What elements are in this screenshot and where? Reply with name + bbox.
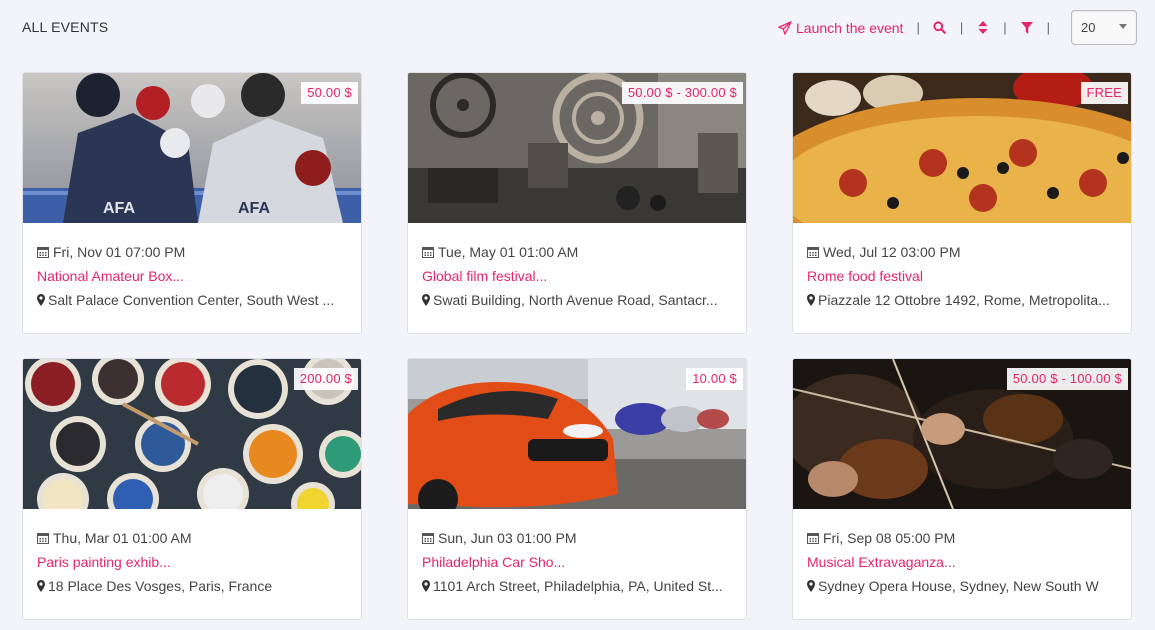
page-title: ALL EVENTS — [22, 19, 109, 35]
event-date: Sun, Jun 03 01:00 PM — [422, 526, 732, 550]
event-venue-text: 18 Place Des Vosges, Paris, France — [48, 578, 273, 594]
calendar-icon — [37, 247, 49, 258]
map-marker-icon — [37, 580, 45, 592]
calendar-icon — [422, 247, 434, 258]
event-card[interactable]: 50.00 $ - 100.00 $ Fri, Sep 08 05:00 PM … — [792, 358, 1132, 620]
event-venue: Sydney Opera House, Sydney, New South W — [807, 574, 1117, 598]
event-image: AFA AFA 50.00 $ — [23, 73, 361, 223]
calendar-icon — [807, 533, 819, 544]
event-venue: 18 Place Des Vosges, Paris, France — [37, 574, 347, 598]
price-badge: 200.00 $ — [293, 368, 358, 390]
event-card[interactable]: AFA AFA 50.00 $ Fri, Nov 01 07:00 PM Nat… — [22, 72, 362, 334]
event-card[interactable]: 10.00 $ Sun, Jun 03 01:00 PM Philadelphi… — [407, 358, 747, 620]
launch-event-link[interactable]: Launch the event — [778, 20, 903, 36]
sort-icon[interactable] — [976, 21, 990, 35]
calendar-icon — [807, 247, 819, 258]
search-icon[interactable] — [933, 21, 947, 35]
event-date: Wed, Jul 12 03:00 PM — [807, 240, 1117, 264]
event-date-text: Fri, Sep 08 05:00 PM — [823, 530, 956, 546]
map-marker-icon — [807, 294, 815, 306]
event-venue-text: Piazzale 12 Ottobre 1492, Rome, Metropol… — [818, 292, 1110, 308]
event-image: 200.00 $ — [23, 359, 361, 509]
event-venue-text: Salt Palace Convention Center, South Wes… — [48, 292, 335, 308]
map-marker-icon — [807, 580, 815, 592]
event-title-link[interactable]: Philadelphia Car Sho... — [422, 554, 565, 570]
map-marker-icon — [37, 294, 45, 306]
price-badge: 50.00 $ — [301, 82, 358, 104]
event-card[interactable]: 200.00 $ Thu, Mar 01 01:00 AM Paris pain… — [22, 358, 362, 620]
event-title-link[interactable]: Paris painting exhib... — [37, 554, 171, 570]
event-image: 50.00 $ - 300.00 $ — [408, 73, 746, 223]
event-image: 50.00 $ - 100.00 $ — [793, 359, 1131, 509]
divider: | — [916, 20, 920, 35]
toolbar: Launch the event | | | | 20 — [778, 10, 1137, 45]
event-title-link[interactable]: National Amateur Box... — [37, 268, 184, 284]
filter-icon[interactable] — [1020, 21, 1034, 35]
calendar-icon — [422, 533, 434, 544]
event-venue-text: 1101 Arch Street, Philadelphia, PA, Unit… — [433, 578, 723, 594]
event-date: Thu, Mar 01 01:00 AM — [37, 526, 347, 550]
event-date: Tue, May 01 01:00 AM — [422, 240, 732, 264]
svg-text:AFA: AFA — [238, 200, 270, 217]
event-title-link[interactable]: Musical Extravaganza... — [807, 554, 956, 570]
per-page-value: 20 — [1081, 20, 1096, 35]
price-badge: FREE — [1080, 82, 1128, 104]
divider: | — [1003, 20, 1007, 35]
map-marker-icon — [422, 580, 430, 592]
per-page-select[interactable]: 20 — [1071, 10, 1137, 45]
paper-plane-icon — [778, 20, 792, 35]
map-marker-icon — [422, 294, 430, 306]
divider: | — [1046, 20, 1050, 35]
event-image: 10.00 $ — [408, 359, 746, 509]
event-venue: Salt Palace Convention Center, South Wes… — [37, 288, 347, 312]
calendar-icon — [37, 533, 49, 544]
price-badge: 10.00 $ — [686, 368, 743, 390]
event-venue: Swati Building, North Avenue Road, Santa… — [422, 288, 732, 312]
event-card[interactable]: 50.00 $ - 300.00 $ Tue, May 01 01:00 AM … — [407, 72, 747, 334]
event-image: FREE — [793, 73, 1131, 223]
event-date-text: Fri, Nov 01 07:00 PM — [53, 244, 186, 260]
event-date-text: Wed, Jul 12 03:00 PM — [823, 244, 961, 260]
event-venue: 1101 Arch Street, Philadelphia, PA, Unit… — [422, 574, 732, 598]
event-venue: Piazzale 12 Ottobre 1492, Rome, Metropol… — [807, 288, 1117, 312]
event-title-link[interactable]: Global film festival... — [422, 268, 547, 284]
price-badge: 50.00 $ - 100.00 $ — [1006, 368, 1128, 390]
svg-text:AFA: AFA — [103, 200, 135, 217]
event-date: Fri, Nov 01 07:00 PM — [37, 240, 347, 264]
chevron-down-icon — [1119, 24, 1127, 29]
event-date-text: Thu, Mar 01 01:00 AM — [53, 530, 192, 546]
event-date-text: Tue, May 01 01:00 AM — [438, 244, 579, 260]
event-date: Fri, Sep 08 05:00 PM — [807, 526, 1117, 550]
launch-event-label: Launch the event — [796, 19, 904, 36]
event-title-link[interactable]: Rome food festival — [807, 268, 923, 284]
price-badge: 50.00 $ - 300.00 $ — [621, 82, 743, 104]
event-venue-text: Swati Building, North Avenue Road, Santa… — [433, 292, 718, 308]
event-card[interactable]: FREE Wed, Jul 12 03:00 PM Rome food fest… — [792, 72, 1132, 334]
event-venue-text: Sydney Opera House, Sydney, New South W — [818, 578, 1099, 594]
event-date-text: Sun, Jun 03 01:00 PM — [438, 530, 577, 546]
divider: | — [959, 20, 964, 35]
